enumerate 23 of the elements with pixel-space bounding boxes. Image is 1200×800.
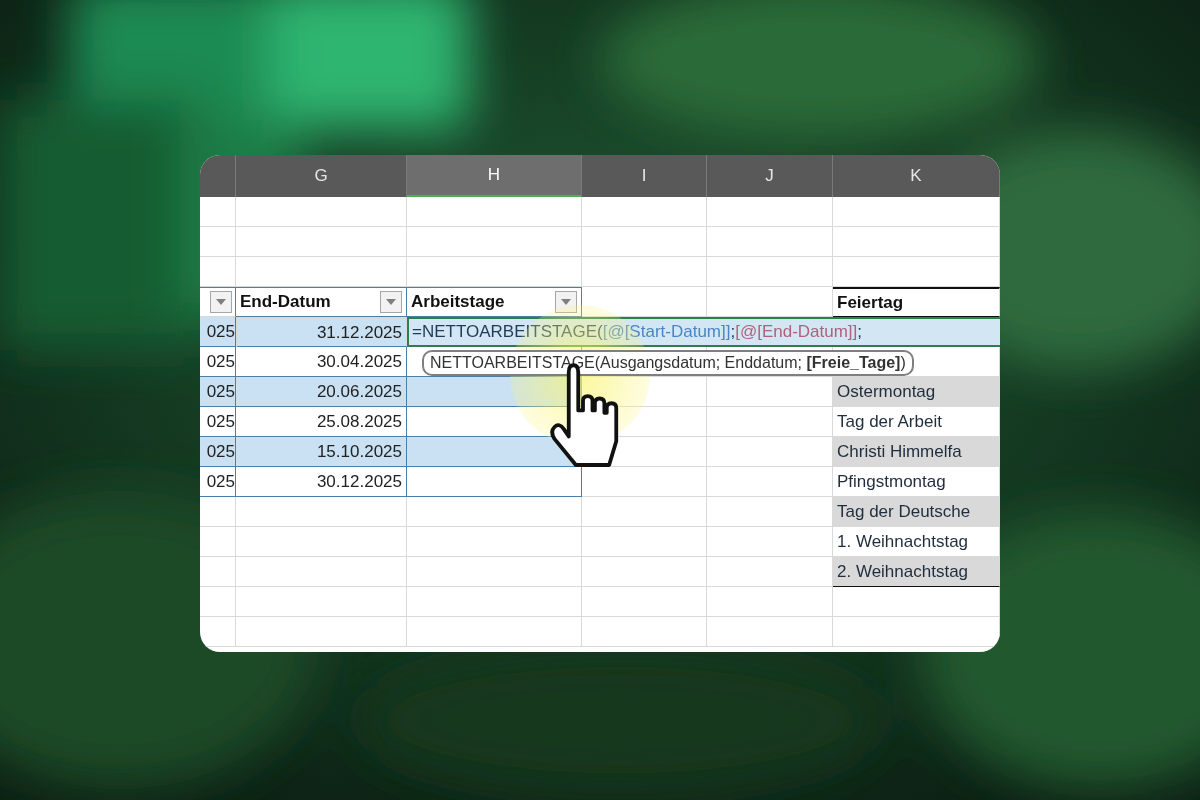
header-label: Arbeitstage [411, 291, 505, 314]
header-label: End-Datum [240, 291, 331, 314]
table-cell: 025 [200, 407, 236, 437]
table-cell: 025 [200, 467, 236, 497]
table-cell: 25.08.2025 [236, 407, 407, 437]
table-cell: 025 [200, 317, 236, 347]
table-cell: 31.12.2025 [236, 317, 407, 347]
table-cell: Christi Himmelfa [833, 437, 1000, 467]
table-cell: Tag der Deutsche [833, 497, 1000, 527]
table-cell: 20.06.2025 [236, 377, 407, 407]
table-cell: 2. Weihnachtstag [833, 557, 1000, 587]
table-cell: 15.10.2025 [236, 437, 407, 467]
table-cell: 025 [200, 437, 236, 467]
table-cell: 30.04.2025 [236, 347, 407, 377]
formula-cell[interactable]: =NETTOARBEITSTAGE([@[Start-Datum]];[@[End-Datum]]; [407, 317, 1000, 347]
table-cell: 025 [200, 377, 236, 407]
table-cell: Ostermontag [833, 377, 1000, 407]
table-cell: 30.12.2025 [236, 467, 407, 497]
column-header[interactable]: I [582, 155, 707, 197]
column-header[interactable]: H [407, 155, 582, 197]
column-header[interactable]: K [833, 155, 1000, 197]
table-cell: 025 [200, 347, 236, 377]
column-header[interactable]: J [707, 155, 833, 197]
